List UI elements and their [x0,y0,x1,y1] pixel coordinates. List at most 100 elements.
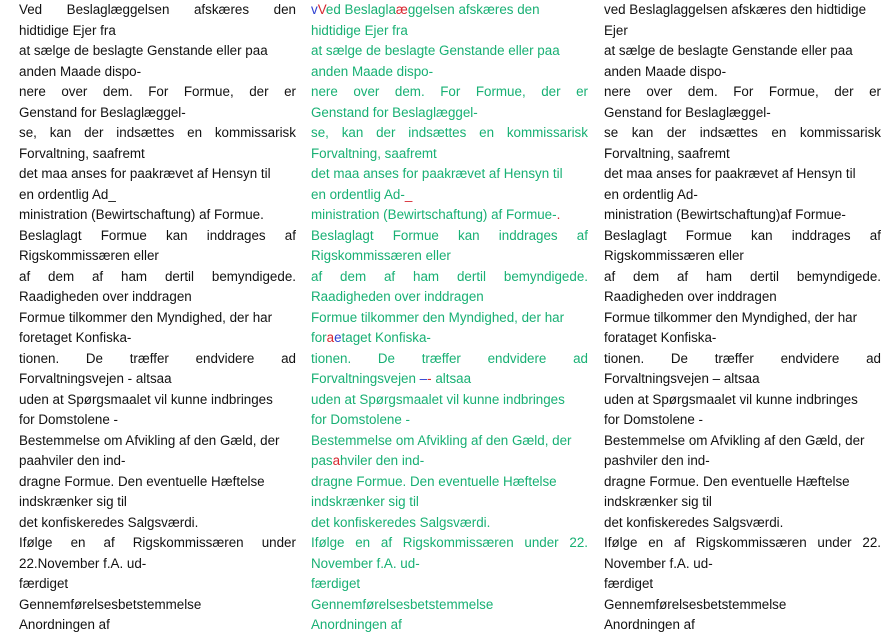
deleted-char: a [326,330,335,345]
word: er [576,84,588,99]
word: For [440,84,461,99]
original-text-line: tionen. De træffer endvidere ad [19,349,296,370]
original-text-line: færdiget [19,576,69,591]
word: dem [48,268,75,284]
original-text-line: Beslaglagt Formue kan inddrages af [19,226,296,247]
corrected-text-line: forataget Konfiska- [604,330,717,345]
word: under [261,535,296,550]
original-text-line: Raadigheden over inddragen [19,289,192,304]
word: Formue [100,227,147,243]
diff-segments: vVed Beslaglaæggelsen afskæres den [311,0,540,21]
word: Formue, [768,84,819,99]
corrected-text-line: tionen. De træffer endvidere ad [604,349,881,370]
unchanged-text: Forvaltningsvejen [311,371,420,386]
corrected-text-line: Ifølge en af Rigskommissæren under 22. [604,533,881,554]
original-text-line: en ordentlig Ad_ [19,186,116,202]
original-text-line: Forvaltning, saafremt [19,145,145,161]
original-text-line: Forvaltningsvejen - altsaa [19,371,172,386]
word: dem. [102,84,133,99]
word: endvidere [487,350,547,366]
original-text-line: at sælge de beslagte Genstande eller paa [19,43,268,58]
inserted-char: e [334,330,342,345]
diff-segments: en ordentlig Ad-_ [311,187,412,202]
original-text-column: Ved Beslaglæggelsen afskæres den hidtidige E… [19,0,296,636]
corrected-text-line: at sælge de beslagte Genstande eller paa [604,43,853,58]
corrected-text-line: Forvaltning, saafremt [604,145,730,161]
diff-text-line: Formue tilkommer den Myndighed, der har [311,309,565,325]
original-text-line: nere over dem. For Formue, der er [19,82,296,103]
word: bemyndigede. [211,268,296,284]
word: kommissarisk [214,125,296,140]
corrected-text-line: Raadigheden over inddragen [604,289,777,304]
diff-segments: Forvaltningsvejen –- altsaa [311,371,471,386]
word: For [733,84,754,99]
word: en [648,535,664,550]
word: over [353,84,380,99]
original-text-line: Gennemførelsesbetstemmelse [19,596,202,612]
unchanged-text: pas [311,453,333,468]
diff-text-line: Gennemførelsesbetstemmelse [311,596,494,612]
word: De [670,350,689,366]
word: Ifølge [604,535,638,550]
diff-text-line: Bestemmelse om Afvikling af den Gæld, de… [311,432,572,448]
original-text-line: for Domstolene - [19,412,118,427]
original-text-line: dragne Formue. Den eventuelle Hæftelse [19,473,265,489]
word: ham [413,268,440,284]
word: af [380,535,393,550]
word: af [604,268,616,284]
word: af [576,227,588,243]
unchanged-text: for [311,330,327,345]
word: Rigskommissæren [402,535,514,550]
word: kan [166,227,188,243]
word: nere [604,84,631,99]
word: der [249,84,269,99]
diff-text-line: November f.A. ud- [311,555,420,571]
diff-text-line: se, kan der indsættes en kommissarisk [311,123,588,144]
original-text-line: Ved Beslaglæggelsen afskæres den [19,0,296,21]
original-text-line: Anordningen af [19,617,110,632]
word: træffer [421,350,461,366]
word: kan [751,227,773,243]
word: bemyndigede. [503,268,588,284]
corrected-text-line: Rigskommissæren eller [604,248,744,263]
original-text-line: det maa anses for paakrævet af Hensyn ti… [19,166,271,181]
word: endvidere [195,350,255,366]
diff-text-line: Raadigheden over inddragen [311,289,484,304]
diff-text-line: af dem af ham dertil bemyndigede. [311,267,588,288]
deleted-char: _ [404,186,413,202]
corrected-text-line: det maa anses for paakrævet af Hensyn ti… [604,166,856,181]
original-text-line: af dem af ham dertil bemyndigede. [19,267,296,288]
word: af [91,268,104,284]
corrected-text-line: Genstand for Beslaglæggel- [604,104,771,120]
unchanged-text: taget Konfiska- [341,330,431,345]
word: indsættes [408,125,467,140]
corrected-text-line: Beslaglagt Formue kan inddrages af [604,226,881,247]
diff-text-line: Beslaglagt Formue kan inddrages af [311,226,588,247]
diff-text-line: Forvaltning, saafremt [311,145,437,161]
corrected-text-line: det konfiskeredes Salgsværdi. [604,514,784,530]
original-text-line: uden at Spørgsmaalet vil kunne indbringe… [19,391,273,407]
original-text-line: foretaget Konfiska- [19,330,132,345]
word: er [869,84,881,99]
word: af [676,268,689,284]
word: en [187,125,203,140]
original-text-line: anden Maade dispo- [19,63,142,79]
word: der [666,125,687,140]
unchanged-text: ministration (Bewirtschaftung) af Formue… [311,207,557,222]
diff-segments: foraetaget Konfiska- [311,330,431,345]
deleted-char: a [332,453,341,468]
original-text-line: Genstand for Beslaglæggel- [19,104,186,120]
word: kommissarisk [799,125,881,140]
diff-text-line: det maa anses for paakrævet af Hensyn ti… [311,166,563,181]
corrected-text-line: dragne Formue. Den eventuelle Hæftelse [604,473,850,489]
diff-text-line: indskrænker sig til [311,494,419,509]
corrected-text-line: November f.A. ud- [604,555,713,571]
original-text-line: ministration (Bewirtschaftung) af Formue… [19,207,264,222]
corrected-text-line: uden at Spørgsmaalet vil kunne indbringe… [604,391,858,407]
inserted-char: – [419,371,428,386]
word: dertil [456,268,486,284]
diff-segments: ministration (Bewirtschaftung) af Formue… [311,207,560,222]
word: dem [340,268,367,284]
corrected-text-line: Forvaltningsvejen – altsaa [604,371,760,386]
original-text-line: paahviler den ind- [19,453,126,468]
